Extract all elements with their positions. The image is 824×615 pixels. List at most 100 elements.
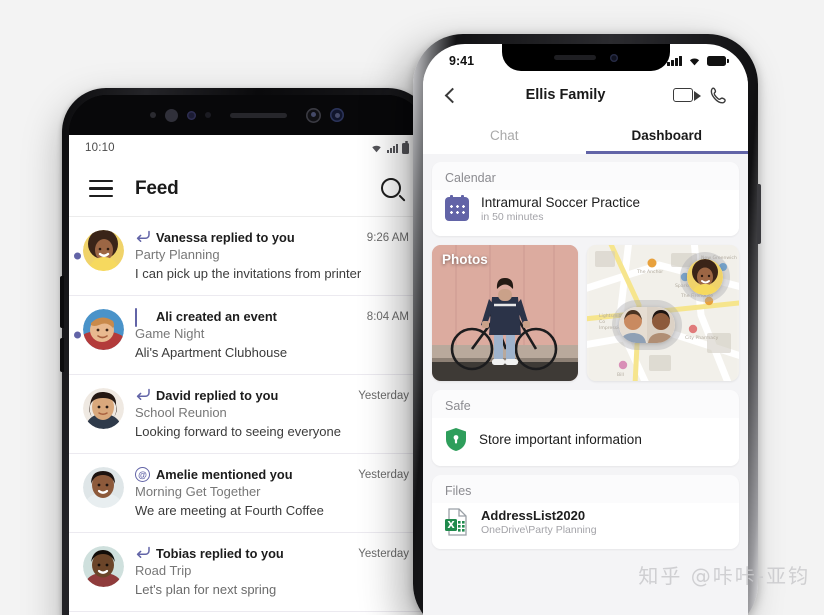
feed-item-subject: Game Night — [135, 326, 205, 342]
feed-item-header: Tobias replied to you Yesterday — [135, 546, 409, 561]
file-row[interactable]: X AddressList2020 OneDrive\Party Plannin… — [432, 503, 739, 549]
iphone-status-icons — [667, 55, 729, 66]
wifi-icon — [372, 145, 381, 153]
amelie-avatar — [83, 467, 124, 509]
feed-item-time: 9:26 AM — [366, 231, 409, 244]
people-pin-center[interactable] — [619, 307, 675, 343]
iphone-device: 9:41 Ellis Family Chat Dashboard Calenda… — [413, 34, 761, 615]
feed-list-item[interactable]: @ Amelie mentioned you Yesterday Morning… — [69, 454, 425, 534]
tobias-avatar — [83, 546, 124, 588]
iphone-power-button[interactable] — [757, 184, 761, 244]
feed-item-message: Let's plan for next spring — [135, 581, 277, 597]
iris-scanner-icon — [306, 107, 321, 123]
feed-item-header: David replied to you Yesterday — [135, 388, 409, 403]
feed-item-message: Ali's Apartment Clubhouse — [135, 344, 288, 360]
dashboard-panel: Calendar Intramural Soccer Practice in 5… — [423, 154, 748, 615]
front-camera-icon — [330, 108, 344, 122]
feed-item-message: We are meeting at Fourth Coffee — [135, 502, 324, 518]
hamburger-menu-icon[interactable] — [89, 179, 113, 198]
watermark: 知乎 @咔咔-亚钧 — [638, 564, 810, 588]
iphone-status-time: 9:41 — [449, 53, 475, 68]
file-text: AddressList2020 OneDrive\Party Planning — [481, 508, 597, 536]
front-camera-icon — [609, 53, 618, 62]
android-app-bar: Feed — [69, 161, 425, 217]
feed-item-header: Ali created an event 8:04 AM — [135, 308, 409, 328]
android-power-button[interactable] — [60, 338, 64, 372]
feed-item-subject: School Reunion — [135, 405, 227, 421]
feed-item-header: Vanessa replied to you 9:26 AM — [135, 230, 409, 245]
feed-list-item[interactable]: Ali created an event 8:04 AM Game Night … — [69, 296, 425, 376]
signal-bars-icon — [667, 55, 682, 66]
reply-arrow-icon — [135, 546, 150, 561]
feed-item-content: Tobias replied to you Yesterday Road Tri… — [135, 546, 409, 598]
avatar-image — [687, 259, 723, 295]
wifi-icon — [689, 58, 700, 66]
safe-card[interactable]: Safe Store important information — [432, 390, 739, 466]
svg-text:City Pharmacy: City Pharmacy — [685, 335, 719, 341]
feed-item-subject: Road Trip — [135, 563, 192, 579]
feed-item-title: Amelie mentioned you — [156, 467, 293, 483]
safe-card-row[interactable]: Store important information — [432, 418, 739, 466]
calendar-event-row[interactable]: Intramural Soccer Practice in 50 minutes — [432, 190, 739, 236]
feed-item-time: Yesterday — [358, 389, 409, 402]
feed-item-subject: Morning Get Together — [135, 484, 261, 500]
phone-icon[interactable] — [709, 86, 728, 105]
person-pin-top-right[interactable] — [687, 259, 723, 295]
feed-item-title: Tobias replied to you — [156, 546, 284, 562]
reply-arrow-icon — [135, 388, 150, 403]
feed-item-message: Looking forward to seeing everyone — [135, 423, 341, 439]
files-card[interactable]: Files X AddressList2020 OneDrive\Party P… — [432, 475, 739, 549]
unread-indicator — [74, 331, 81, 339]
feed-item-time: 8:04 AM — [366, 310, 409, 323]
reply-arrow-icon — [135, 230, 150, 245]
sensor-dot-icon — [205, 112, 211, 118]
avatar-group-image — [619, 307, 675, 343]
video-camera-icon[interactable] — [673, 88, 701, 102]
feed-item-time: Yesterday — [358, 468, 409, 481]
iphone-nav-bar: Ellis Family — [423, 74, 748, 116]
android-status-icons — [370, 140, 409, 154]
vanessa-avatar — [83, 230, 124, 271]
avatar-image — [83, 467, 124, 509]
battery-icon — [707, 55, 729, 66]
scene-background: 10:10 Feed Vanessa replied to you 9:26 A… — [0, 0, 824, 615]
calendar-card[interactable]: Calendar Intramural Soccer Practice in 5… — [432, 162, 739, 236]
feed-list-item[interactable]: David replied to you Yesterday School Re… — [69, 375, 425, 455]
photos-card[interactable]: Photos — [432, 245, 578, 381]
signal-bars-icon — [387, 143, 398, 153]
unread-indicator — [74, 252, 81, 260]
file-title: AddressList2020 — [481, 508, 586, 523]
page-title: Feed — [135, 177, 179, 199]
battery-icon — [402, 140, 409, 154]
earpiece-speaker-icon — [230, 112, 287, 118]
iphone-tab-bar: Chat Dashboard — [423, 116, 748, 154]
feed-item-message: I can pick up the invitations from print… — [135, 265, 362, 281]
android-volume-button[interactable] — [60, 276, 64, 328]
map-card[interactable]: The Anchor Sparkling New Greenwich Yoga … — [587, 245, 739, 381]
shield-lock-icon — [446, 428, 466, 451]
avatar-image — [83, 230, 124, 271]
svg-text:X: X — [447, 520, 455, 531]
android-screen: 10:10 Feed Vanessa replied to you 9:26 A… — [69, 135, 425, 615]
tab-dashboard[interactable]: Dashboard — [586, 116, 749, 154]
files-card-header: Files — [445, 484, 472, 498]
sensor-dot-icon — [150, 112, 156, 118]
back-chevron-icon[interactable] — [444, 87, 461, 103]
feed-item-header: @ Amelie mentioned you Yesterday — [135, 467, 409, 483]
avatar-image — [83, 309, 124, 351]
ali-avatar — [83, 309, 124, 351]
calendar-icon — [445, 195, 469, 221]
media-cards-row: Photos The Anchor Sparkling New Greenwic… — [432, 245, 739, 381]
calendar-event-title: Intramural Soccer Practice — [481, 195, 641, 210]
svg-text:Co: Co — [599, 319, 605, 325]
search-icon[interactable] — [381, 177, 405, 201]
android-status-time: 10:10 — [85, 142, 115, 154]
feed-list-item[interactable]: Vanessa replied to you 9:26 AM Party Pla… — [69, 217, 425, 297]
front-camera-icon — [187, 110, 196, 120]
earpiece-speaker-icon — [553, 55, 596, 60]
iphone-notch — [501, 44, 670, 71]
feed-item-subject: Party Planning — [135, 247, 220, 262]
tab-chat[interactable]: Chat — [423, 116, 586, 154]
feed-item-content: Ali created an event 8:04 AM Game Night … — [135, 308, 409, 361]
feed-list-item[interactable]: Tobias replied to you Yesterday Road Tri… — [69, 533, 425, 613]
